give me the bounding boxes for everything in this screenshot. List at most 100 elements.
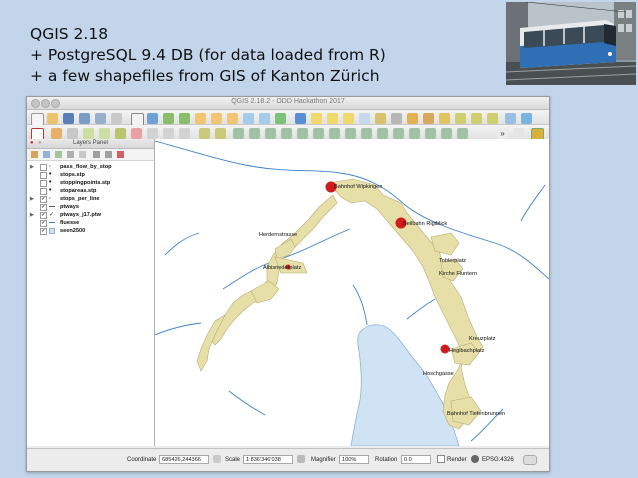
pan-to-selection-icon[interactable] xyxy=(147,113,158,124)
render-label: Render xyxy=(447,457,467,463)
measure-icon[interactable] xyxy=(391,113,402,124)
zoom-out-icon[interactable] xyxy=(179,113,190,124)
layer-item[interactable]: ✓ seen2500 xyxy=(27,227,154,235)
layer-checkbox[interactable] xyxy=(40,180,47,187)
annotation-icon[interactable] xyxy=(407,113,418,124)
style-icon[interactable] xyxy=(31,151,38,158)
offset-curve-icon[interactable] xyxy=(377,128,388,139)
toggle-editing-icon[interactable] xyxy=(51,128,62,139)
add-ring-icon[interactable] xyxy=(281,128,292,139)
move-feature-icon[interactable] xyxy=(99,128,110,139)
python-console-icon[interactable] xyxy=(513,128,524,139)
layer-checkbox[interactable]: ✓ xyxy=(40,196,47,203)
cut-features-icon[interactable] xyxy=(147,128,158,139)
undo-icon[interactable] xyxy=(199,128,210,139)
merge-features-icon[interactable] xyxy=(425,128,436,139)
zoom-to-layer-icon[interactable] xyxy=(211,113,222,124)
layer-item[interactable]: ✓ fluesse xyxy=(27,219,154,227)
remove-layer-icon[interactable] xyxy=(117,151,124,158)
layer-checkbox[interactable]: ✓ xyxy=(40,204,47,211)
layer-item[interactable]: • stops.stp xyxy=(27,171,154,179)
rotation-field[interactable]: 0.0 xyxy=(401,455,431,464)
coordinate-field[interactable]: 685426,244366 xyxy=(159,455,209,464)
render-checkbox[interactable] xyxy=(437,455,445,463)
label-pin-icon[interactable] xyxy=(439,113,450,124)
layer-checkbox[interactable] xyxy=(40,188,47,195)
label-move-icon[interactable] xyxy=(471,113,482,124)
collapse-all-icon[interactable] xyxy=(105,151,112,158)
digitize-icon[interactable] xyxy=(233,128,244,139)
expand-all-icon[interactable] xyxy=(93,151,100,158)
refresh-icon[interactable] xyxy=(275,113,286,124)
delete-ring-icon[interactable] xyxy=(329,128,340,139)
extents-toggle-icon[interactable] xyxy=(213,455,221,463)
save-as-icon[interactable] xyxy=(79,113,90,124)
float-panel-icon[interactable]: ● xyxy=(38,139,42,148)
fill-ring-icon[interactable] xyxy=(313,128,324,139)
magnifier-field[interactable]: 100% xyxy=(339,455,369,464)
layer-item[interactable]: ▶ · pass_flow_by_stop xyxy=(27,163,154,171)
composer-manager-icon[interactable] xyxy=(111,113,122,124)
zoom-in-icon[interactable] xyxy=(163,113,174,124)
filter-expression-icon[interactable] xyxy=(79,151,86,158)
attribute-table-icon[interactable] xyxy=(359,113,370,124)
lock-scale-icon[interactable] xyxy=(297,455,305,463)
merge-attributes-icon[interactable] xyxy=(441,128,452,139)
open-project-icon[interactable] xyxy=(47,113,58,124)
map-canvas[interactable]: Bahnhof Wipkingen Seilbahn Rigiblick Her… xyxy=(155,139,549,446)
help-icon[interactable] xyxy=(505,113,516,124)
expand-arrow-icon[interactable]: ▶ xyxy=(30,211,34,219)
layer-item[interactable]: ▶ ✓ · stops_per_line xyxy=(27,195,154,203)
zoom-last-icon[interactable] xyxy=(243,113,254,124)
toolbar-overflow-icon[interactable]: » xyxy=(497,128,508,139)
layer-item[interactable]: • stoppingpoints.stp xyxy=(27,179,154,187)
layer-item[interactable]: ✓ ptways xyxy=(27,203,154,211)
print-composer-icon[interactable] xyxy=(95,113,106,124)
zoom-next-icon[interactable] xyxy=(259,113,270,124)
deselect-icon[interactable] xyxy=(343,113,354,124)
select-features-icon[interactable] xyxy=(311,113,322,124)
reshape-icon[interactable] xyxy=(361,128,372,139)
delete-selected-icon[interactable] xyxy=(131,128,142,139)
identify-icon[interactable] xyxy=(295,113,306,124)
simplify-icon[interactable] xyxy=(265,128,276,139)
redo-icon[interactable] xyxy=(215,128,226,139)
crs-label[interactable]: EPSG:4326 xyxy=(482,457,514,463)
delete-part-icon[interactable] xyxy=(345,128,356,139)
layer-checkbox[interactable]: ✓ xyxy=(40,228,47,235)
close-panel-icon[interactable]: ● xyxy=(30,139,34,148)
save-edits-icon[interactable] xyxy=(67,128,78,139)
layer-checkbox[interactable]: ✓ xyxy=(40,212,47,219)
save-project-icon[interactable] xyxy=(63,113,74,124)
label-icon[interactable] xyxy=(423,113,434,124)
layer-checkbox[interactable] xyxy=(40,164,47,171)
split-parts-icon[interactable] xyxy=(409,128,420,139)
layer-checkbox[interactable]: ✓ xyxy=(40,220,47,227)
rotate-feature-icon[interactable] xyxy=(249,128,260,139)
messages-icon[interactable] xyxy=(523,455,537,465)
crs-globe-icon[interactable] xyxy=(471,455,479,463)
node-tool-icon[interactable] xyxy=(115,128,126,139)
split-features-icon[interactable] xyxy=(393,128,404,139)
add-feature-icon[interactable] xyxy=(83,128,94,139)
manage-visibility-icon[interactable] xyxy=(55,151,62,158)
filter-legend-icon[interactable] xyxy=(67,151,74,158)
map-tips-icon[interactable] xyxy=(521,113,532,124)
paste-features-icon[interactable] xyxy=(179,128,190,139)
label-show-icon[interactable] xyxy=(455,113,466,124)
expand-arrow-icon[interactable]: ▶ xyxy=(30,163,34,171)
zoom-to-selection-icon[interactable] xyxy=(227,113,238,124)
layer-item[interactable]: • stopareas.stp xyxy=(27,187,154,195)
label-rotate-icon[interactable] xyxy=(487,113,498,124)
copy-features-icon[interactable] xyxy=(163,128,174,139)
select-by-expression-icon[interactable] xyxy=(327,113,338,124)
layer-checkbox[interactable] xyxy=(40,172,47,179)
rotate-point-icon[interactable] xyxy=(457,128,468,139)
scale-field[interactable]: 1:836'346'038 xyxy=(243,455,293,464)
add-group-icon[interactable] xyxy=(43,151,50,158)
zoom-full-icon[interactable] xyxy=(195,113,206,124)
add-part-icon[interactable] xyxy=(297,128,308,139)
layer-item[interactable]: ▶ ✓ ✓ ptways_j17.ptw xyxy=(27,211,154,219)
field-calculator-icon[interactable] xyxy=(375,113,386,124)
expand-arrow-icon[interactable]: ▶ xyxy=(30,195,34,203)
